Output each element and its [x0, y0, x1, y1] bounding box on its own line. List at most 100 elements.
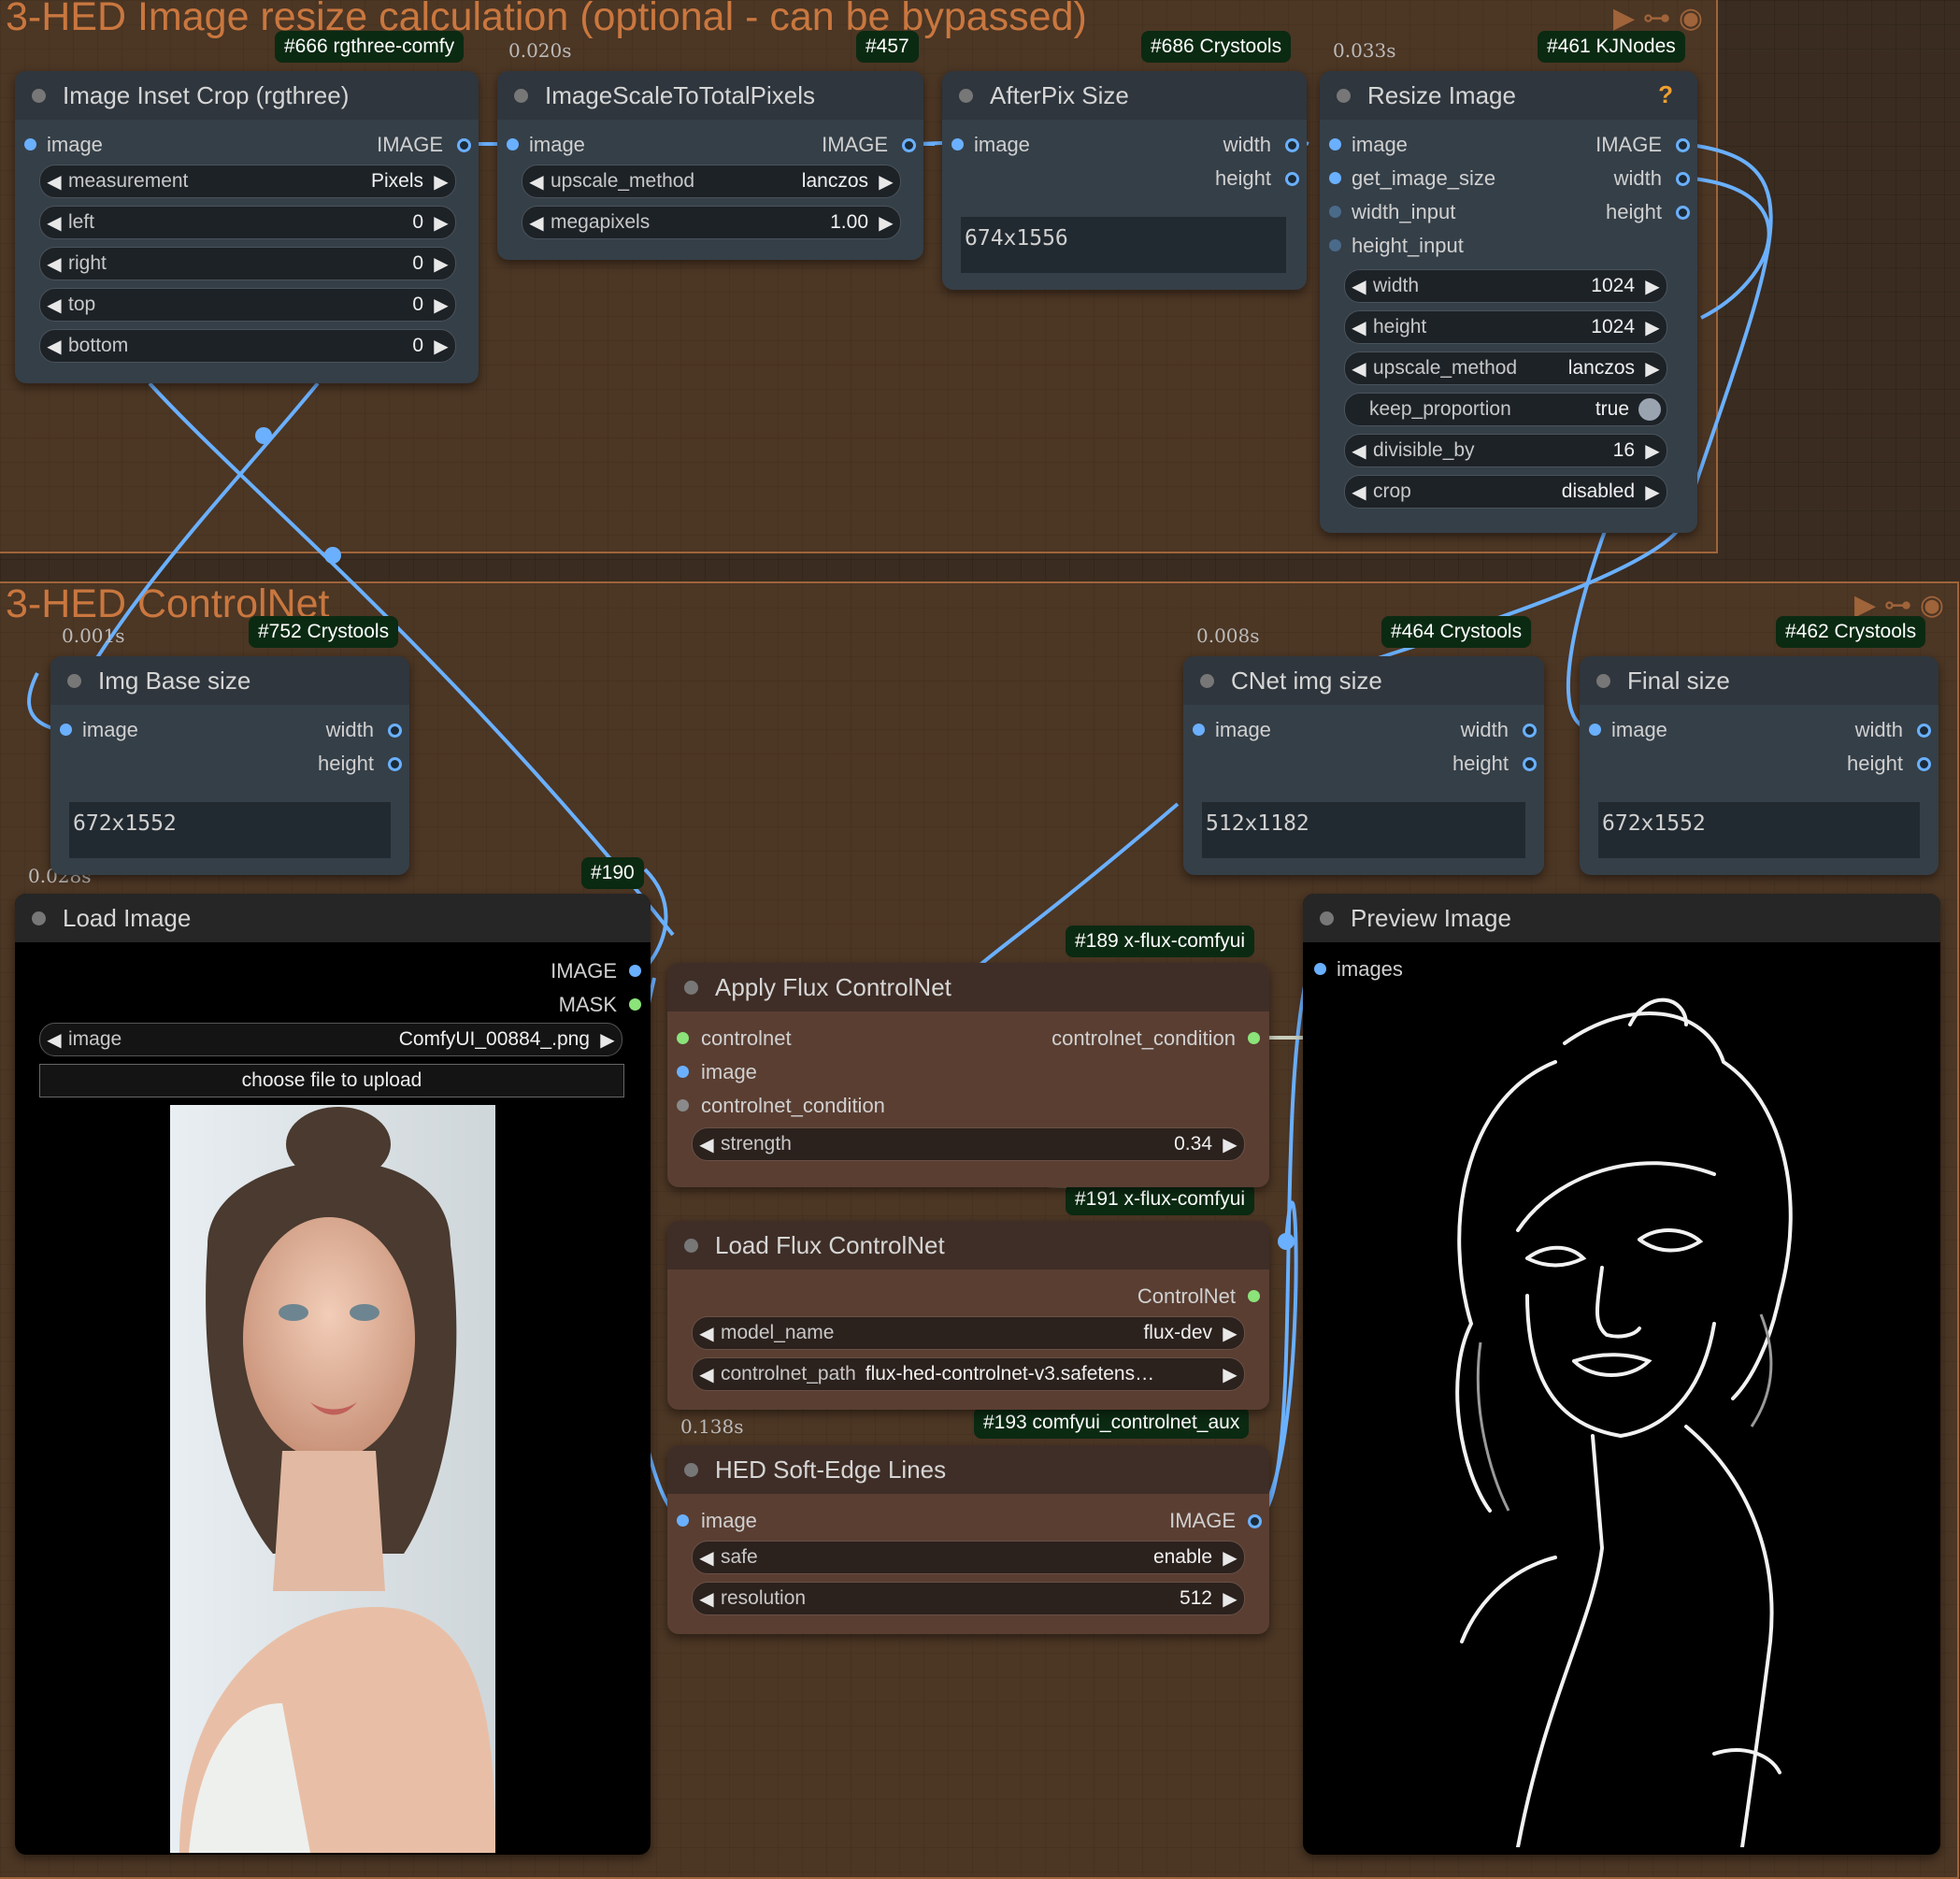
output-pin[interactable]: [1285, 172, 1299, 186]
question-icon[interactable]: ?: [1658, 80, 1673, 109]
input-pin[interactable]: [677, 1032, 689, 1044]
decrement-icon[interactable]: ◀: [40, 1028, 68, 1052]
input-pin[interactable]: [24, 138, 36, 151]
increment-icon[interactable]: ▶: [1638, 275, 1667, 298]
node-hed-soft-edge-lines[interactable]: HED Soft-Edge Lines image IMAGE ◀ safe e…: [667, 1445, 1269, 1634]
decrement-icon[interactable]: ◀: [1345, 357, 1373, 380]
toggle-knob[interactable]: [1638, 398, 1661, 421]
output-pin[interactable]: [1917, 724, 1931, 738]
output-pin[interactable]: [1523, 757, 1537, 771]
node-img-base-size[interactable]: Img Base size image width height 672x155…: [50, 656, 409, 875]
collapse-dot[interactable]: [514, 88, 528, 103]
output-pin[interactable]: [388, 757, 402, 771]
widget-model-name[interactable]: ◀ model_name flux-dev ▶: [692, 1316, 1245, 1350]
collapse-dot[interactable]: [1200, 673, 1214, 688]
output-pin[interactable]: [902, 138, 916, 152]
node-preview-image[interactable]: Preview Image images: [1303, 894, 1940, 1855]
decrement-icon[interactable]: ◀: [522, 170, 551, 194]
upload-button[interactable]: choose file to upload: [39, 1064, 624, 1097]
widget-megapixels[interactable]: ◀ megapixels 1.00 ▶: [522, 206, 901, 239]
increment-icon[interactable]: ▶: [1638, 439, 1667, 463]
increment-icon[interactable]: ▶: [1638, 481, 1667, 504]
decrement-icon[interactable]: ◀: [522, 211, 551, 235]
widget-strength[interactable]: ◀ strength 0.34 ▶: [692, 1127, 1245, 1161]
widget-image-file[interactable]: ◀ image ComfyUI_00884_.png ▶: [39, 1023, 622, 1056]
widget-divisible-by[interactable]: ◀ divisible_by 16 ▶: [1344, 434, 1667, 467]
output-pin[interactable]: [457, 138, 471, 152]
node-cnet-img-size[interactable]: CNet img size image width height 512x118…: [1183, 656, 1544, 875]
node-afterpix-size[interactable]: AfterPix Size image width height 674x155…: [942, 71, 1307, 290]
increment-icon[interactable]: ▶: [1216, 1363, 1244, 1386]
increment-icon[interactable]: ▶: [1216, 1133, 1244, 1156]
input-pin[interactable]: [507, 138, 519, 151]
decrement-icon[interactable]: ◀: [693, 1587, 721, 1611]
graph-canvas[interactable]: 3-HED Image resize calculation (optional…: [0, 0, 1960, 1879]
increment-icon[interactable]: ▶: [427, 170, 455, 194]
increment-icon[interactable]: ▶: [594, 1028, 622, 1052]
decrement-icon[interactable]: ◀: [693, 1133, 721, 1156]
collapse-dot[interactable]: [67, 673, 81, 688]
increment-icon[interactable]: ▶: [1216, 1546, 1244, 1570]
output-pin[interactable]: [1248, 1032, 1260, 1044]
decrement-icon[interactable]: ◀: [40, 335, 68, 358]
input-pin[interactable]: [677, 1514, 689, 1527]
input-pin[interactable]: [1329, 206, 1341, 218]
increment-icon[interactable]: ▶: [427, 252, 455, 276]
widget-upscale-method[interactable]: ◀ upscale_method lanczos ▶: [1344, 351, 1667, 385]
node-header[interactable]: Load Image: [15, 894, 651, 942]
widget-width[interactable]: ◀ width 1024 ▶: [1344, 269, 1667, 303]
collapse-dot[interactable]: [1337, 88, 1351, 103]
node-header[interactable]: Resize Image: [1320, 71, 1697, 120]
node-header[interactable]: Load Flux ControlNet: [667, 1221, 1269, 1269]
decrement-icon[interactable]: ◀: [40, 252, 68, 276]
output-pin[interactable]: [1676, 172, 1690, 186]
node-header[interactable]: Apply Flux ControlNet: [667, 963, 1269, 1011]
node-header[interactable]: CNet img size: [1183, 656, 1544, 705]
input-pin[interactable]: [1329, 172, 1341, 184]
node-header[interactable]: ImageScaleToTotalPixels: [497, 71, 923, 120]
output-pin[interactable]: [1523, 724, 1537, 738]
input-pin[interactable]: [1193, 724, 1205, 736]
increment-icon[interactable]: ▶: [1216, 1587, 1244, 1611]
widget-bottom[interactable]: ◀ bottom 0 ▶: [39, 329, 456, 363]
input-pin[interactable]: [1329, 138, 1341, 151]
node-image-inset-crop[interactable]: Image Inset Crop (rgthree) image IMAGE ◀…: [15, 71, 479, 383]
decrement-icon[interactable]: ◀: [693, 1363, 721, 1386]
widget-keep-proportion[interactable]: keep_proportion true: [1344, 393, 1667, 426]
collapse-dot[interactable]: [32, 911, 46, 925]
collapse-dot[interactable]: [684, 980, 698, 995]
widget-controlnet-path[interactable]: ◀ controlnet_path flux-hed-controlnet-v3…: [692, 1357, 1245, 1391]
node-header[interactable]: Image Inset Crop (rgthree): [15, 71, 479, 120]
node-resize-image[interactable]: Resize Image ? image get_image_size widt…: [1320, 71, 1697, 533]
input-pin[interactable]: [60, 724, 72, 736]
node-header[interactable]: Final size: [1580, 656, 1939, 705]
output-pin[interactable]: [1248, 1514, 1262, 1528]
output-pin[interactable]: [388, 724, 402, 738]
widget-upscale-method[interactable]: ◀ upscale_method lanczos ▶: [522, 165, 901, 198]
output-pin[interactable]: [629, 965, 641, 977]
decrement-icon[interactable]: ◀: [40, 170, 68, 194]
input-pin[interactable]: [677, 1066, 689, 1078]
widget-crop[interactable]: ◀ crop disabled ▶: [1344, 475, 1667, 509]
widget-height[interactable]: ◀ height 1024 ▶: [1344, 310, 1667, 344]
widget-safe[interactable]: ◀ safe enable ▶: [692, 1541, 1245, 1574]
node-load-image[interactable]: Load Image IMAGE MASK ◀ image ComfyUI_00…: [15, 894, 651, 1855]
widget-measurement[interactable]: ◀ measurement Pixels ▶: [39, 165, 456, 198]
decrement-icon[interactable]: ◀: [1345, 316, 1373, 339]
decrement-icon[interactable]: ◀: [40, 211, 68, 235]
decrement-icon[interactable]: ◀: [1345, 439, 1373, 463]
node-apply-flux-controlnet[interactable]: Apply Flux ControlNet controlnet image c…: [667, 963, 1269, 1187]
widget-left[interactable]: ◀ left 0 ▶: [39, 206, 456, 239]
increment-icon[interactable]: ▶: [1216, 1322, 1244, 1345]
input-pin[interactable]: [1314, 963, 1326, 975]
collapse-dot[interactable]: [1596, 673, 1610, 688]
increment-icon[interactable]: ▶: [872, 211, 900, 235]
output-pin[interactable]: [1917, 757, 1931, 771]
widget-resolution[interactable]: ◀ resolution 512 ▶: [692, 1582, 1245, 1615]
increment-icon[interactable]: ▶: [1638, 357, 1667, 380]
collapse-dot[interactable]: [1320, 911, 1334, 925]
output-pin[interactable]: [629, 998, 641, 1011]
output-pin[interactable]: [1285, 138, 1299, 152]
node-header[interactable]: Img Base size: [50, 656, 409, 705]
increment-icon[interactable]: ▶: [427, 335, 455, 358]
